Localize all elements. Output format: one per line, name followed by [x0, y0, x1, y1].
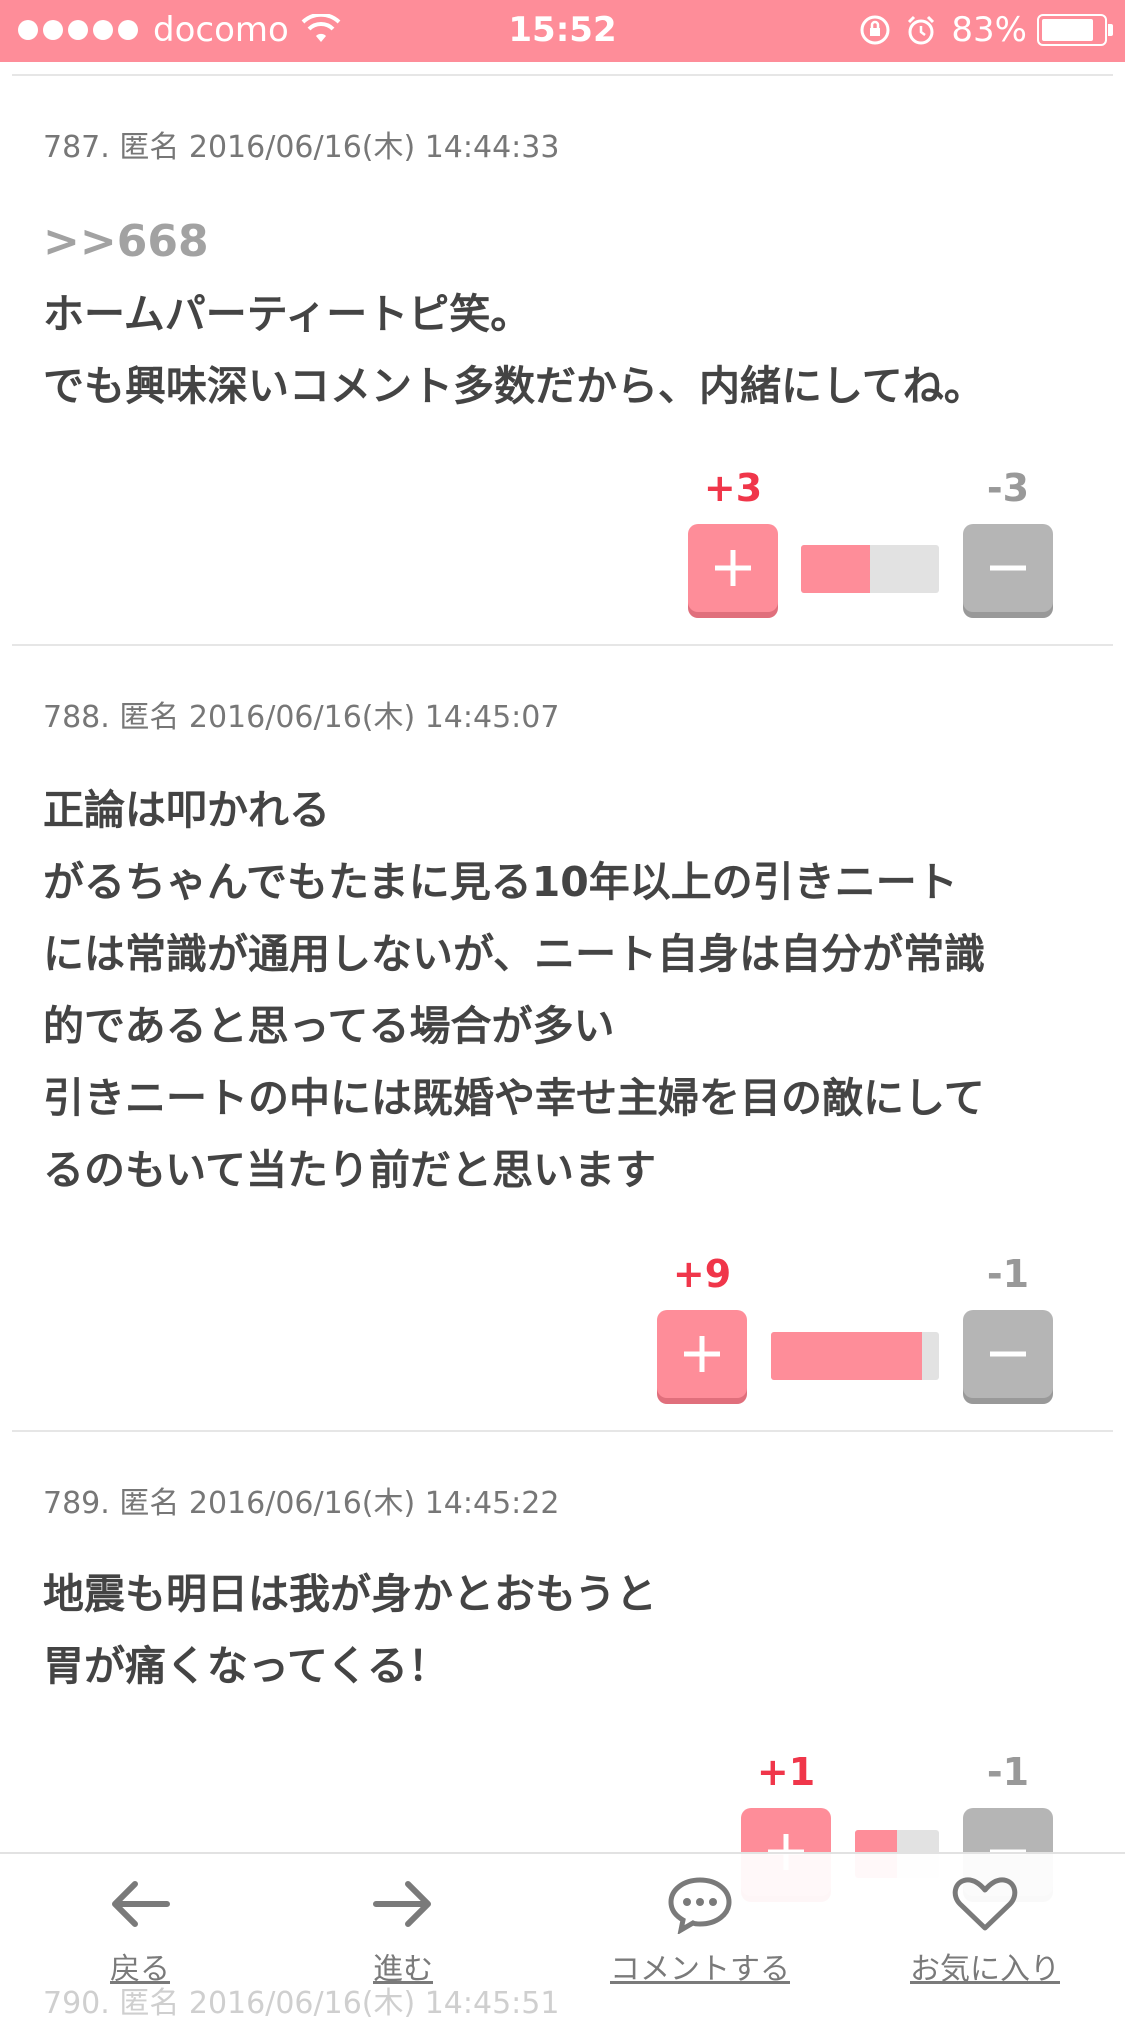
- comment-meta: 788. 匿名 2016/06/16(木) 14:45:07: [43, 700, 560, 735]
- next-comment-meta: 790. 匿名 2016/06/16(木) 14:45:51: [43, 1986, 560, 2021]
- comment-line: 地震も明日は我が身かとおもうと: [43, 1570, 657, 1618]
- comment-body: 正論は叩かれる がるちゃんでもたまに見る10年以上の引きニート には常識が通用し…: [43, 774, 1093, 1206]
- minus-icon: [990, 565, 1026, 571]
- comment-body: >>668 ホームパーティートピ笑。 でも興味深いコメント多数だから、内緒にして…: [43, 206, 1093, 422]
- comment-line: でも興味深いコメント多数だから、内緒にしてね。: [43, 362, 985, 410]
- comment-line: 引きニートの中には既婚や幸せ主婦を目の敵にして: [43, 1074, 985, 1122]
- battery-icon: [1037, 14, 1113, 46]
- rotation-lock-icon: [860, 15, 890, 45]
- back-button[interactable]: 戻る: [90, 1874, 190, 1988]
- divider: [12, 1430, 1113, 1432]
- reply-anchor-link[interactable]: >>668: [43, 206, 1093, 278]
- comment-list: 787. 匿名 2016/06/16(木) 14:44:33 >>668 ホーム…: [0, 62, 1125, 2001]
- minus-vote-button[interactable]: [963, 524, 1053, 612]
- status-bar-right: 83%: [859, 10, 1113, 50]
- plus-vote-button[interactable]: [688, 524, 778, 612]
- heart-icon: [952, 1877, 1018, 1931]
- comment-line: には常識が通用しないが、ニート自身は自分が常識: [43, 930, 986, 978]
- minus-vote-button[interactable]: [963, 1310, 1053, 1398]
- divider: [12, 74, 1113, 76]
- comment-button[interactable]: コメントする: [600, 1874, 800, 1988]
- arrow-left-icon: [112, 1881, 170, 1927]
- plus-vote-button[interactable]: [657, 1310, 747, 1398]
- minus-count: -1: [986, 1252, 1030, 1296]
- comment-line: 正論は叩かれる: [43, 786, 330, 834]
- forward-button[interactable]: 進む: [353, 1874, 453, 1988]
- comment-meta: 789. 匿名 2016/06/16(木) 14:45:22: [43, 1486, 560, 1521]
- divider: [12, 644, 1113, 646]
- comment-line: 胃が痛くなってくる！: [43, 1642, 449, 1690]
- vote-ratio-bar: [801, 545, 939, 593]
- favorite-button[interactable]: お気に入り: [905, 1874, 1065, 1988]
- minus-icon: [990, 1351, 1026, 1357]
- minus-count: -3: [986, 466, 1030, 510]
- vote-ratio-fill: [801, 545, 870, 593]
- vote-ratio-bar: [771, 1332, 939, 1380]
- vote-ratio-fill: [771, 1332, 923, 1380]
- plus-count: +1: [756, 1750, 816, 1794]
- plus-icon: [684, 1336, 720, 1372]
- minus-count: -1: [986, 1750, 1030, 1794]
- comment-body: 地震も明日は我が身かとおもうと 胃が痛くなってくる！: [43, 1558, 1093, 1702]
- alarm-icon: [908, 15, 935, 45]
- comment-line: ホームパーティートピ笑。: [43, 290, 532, 338]
- status-bar: docomo 15:52 83%: [0, 0, 1125, 62]
- comment-line: るのもいて当たり前だと思います: [43, 1146, 656, 1194]
- plus-count: +3: [703, 466, 763, 510]
- plus-icon: [715, 550, 751, 586]
- chat-bubble-icon: [668, 1877, 732, 1935]
- battery-percentage: 83%: [951, 10, 1027, 50]
- comment-label: コメントする: [610, 1952, 790, 1987]
- comment-line: 的であると思ってる場合が多い: [43, 1002, 615, 1050]
- plus-count: +9: [672, 1252, 732, 1296]
- favorite-label: お気に入り: [910, 1952, 1060, 1987]
- comment-line: がるちゃんでもたまに見る10年以上の引きニート: [43, 858, 958, 906]
- arrow-right-icon: [373, 1881, 431, 1927]
- comment-meta: 787. 匿名 2016/06/16(木) 14:44:33: [43, 130, 560, 165]
